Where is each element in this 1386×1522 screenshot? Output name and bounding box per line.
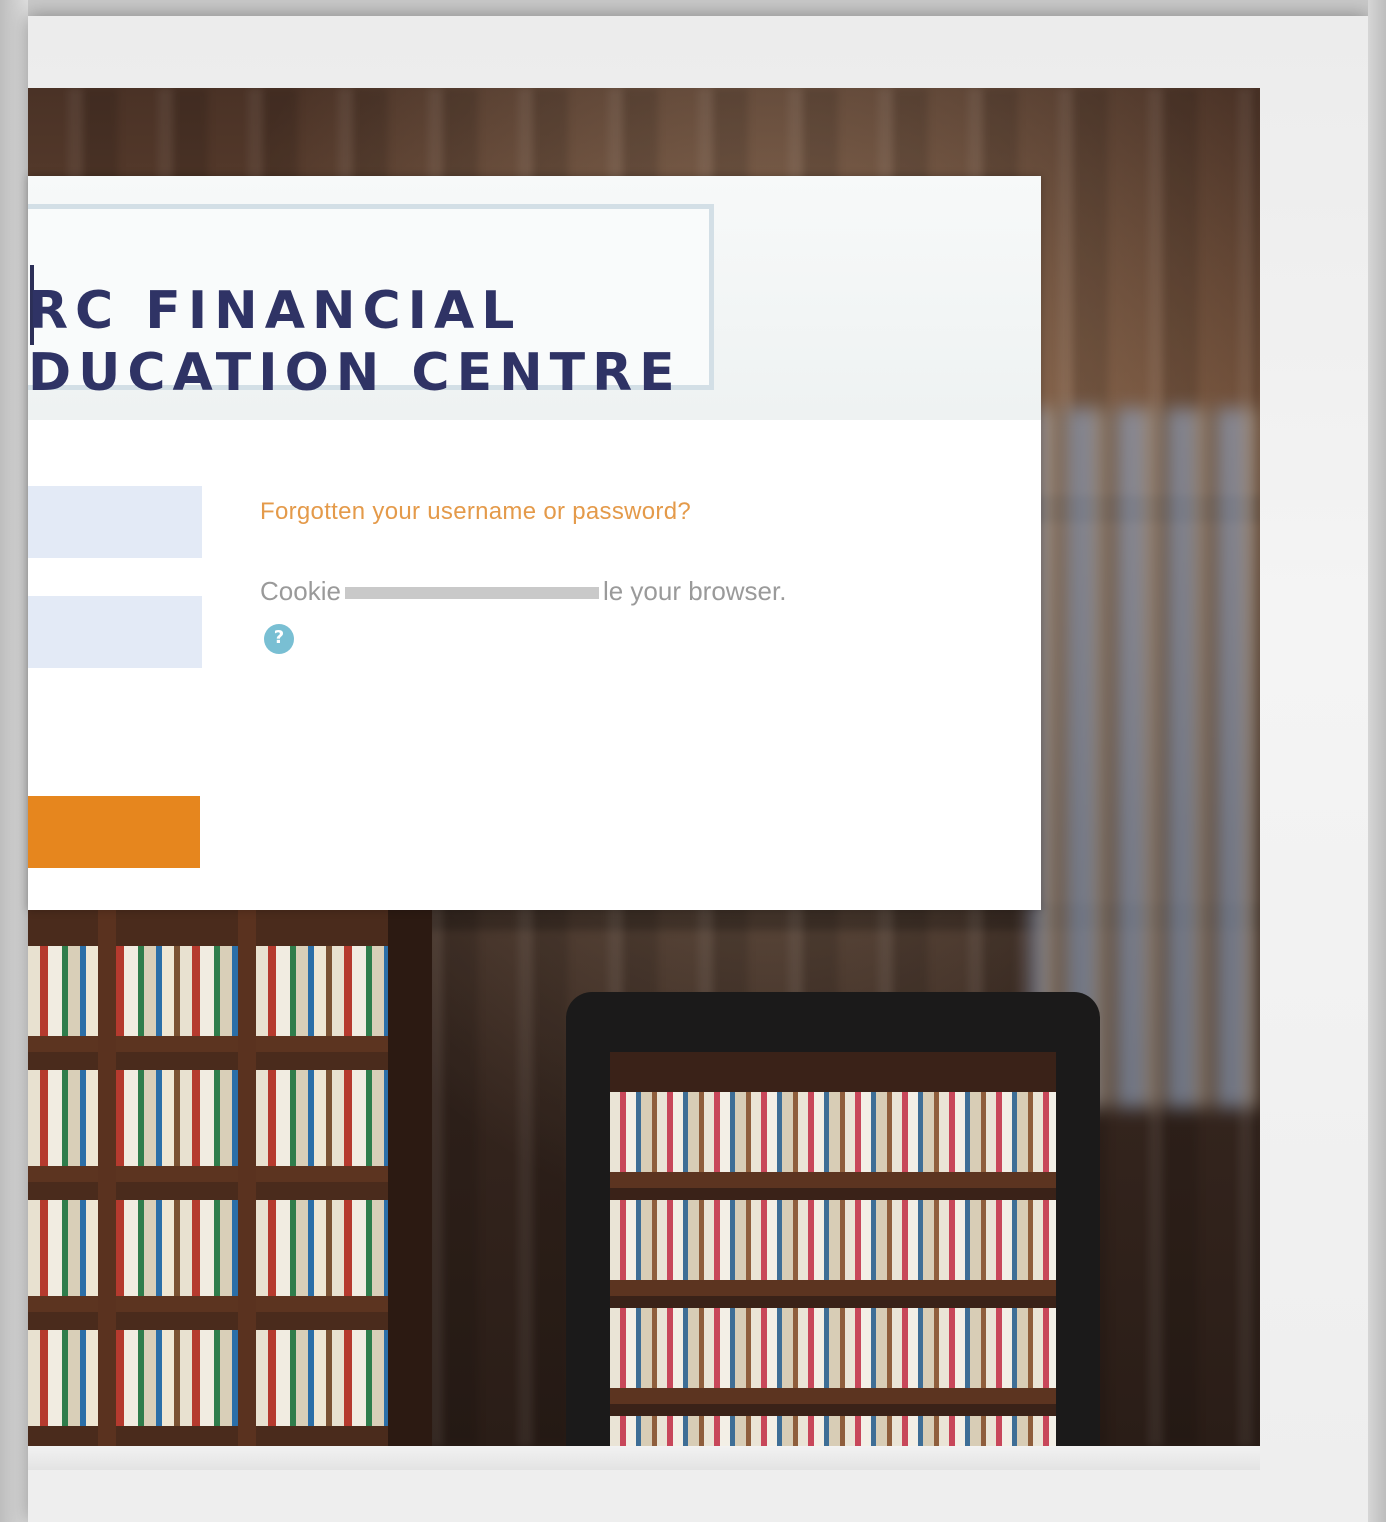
left-window-edge <box>0 0 28 1522</box>
book-row <box>28 1330 432 1426</box>
login-button[interactable] <box>28 796 200 868</box>
book-row <box>28 1070 432 1166</box>
right-scrollbar-area <box>1368 0 1386 1522</box>
tablet-image <box>566 992 1100 1446</box>
background-bottom-edge <box>28 1446 1260 1470</box>
shelf <box>610 1172 1056 1188</box>
login-panel: RC FINANCIAL DUCATION CENTRE Forgotten y… <box>28 176 1041 910</box>
help-icon[interactable]: ? <box>264 624 294 654</box>
book-row <box>28 946 432 1036</box>
shelf <box>28 1166 432 1182</box>
site-logo[interactable]: RC FINANCIAL DUCATION CENTRE <box>28 204 714 401</box>
logo-text-line-1: RC FINANCIAL <box>28 281 522 341</box>
shelf <box>28 1296 432 1312</box>
bookcase-image <box>28 910 432 1446</box>
bookcase-divider <box>388 910 432 1446</box>
cookies-notice-suffix: le your browser. <box>602 576 787 606</box>
shelf <box>610 1280 1056 1296</box>
book-row <box>28 1200 432 1296</box>
logo-text-line-2: DUCATION CENTRE <box>28 343 682 403</box>
book-row <box>610 1200 1056 1280</box>
login-header: RC FINANCIAL DUCATION CENTRE <box>28 176 1041 420</box>
book-row <box>610 1092 1056 1172</box>
cookies-notice: Cookie le your browser. <box>260 576 786 607</box>
book-row <box>610 1416 1056 1446</box>
tablet-screen <box>610 1052 1056 1446</box>
bookcase-divider <box>238 910 256 1446</box>
shelf <box>28 1036 432 1052</box>
username-input[interactable] <box>28 486 202 558</box>
cookies-notice-prefix: Cookie <box>260 576 341 606</box>
cookies-notice-redaction <box>344 587 599 600</box>
book-row <box>610 1308 1056 1388</box>
bookcase-divider <box>98 910 116 1446</box>
password-input[interactable] <box>28 596 202 668</box>
forgot-password-link[interactable]: Forgotten your username or password? <box>260 498 691 526</box>
shelf <box>610 1388 1056 1404</box>
